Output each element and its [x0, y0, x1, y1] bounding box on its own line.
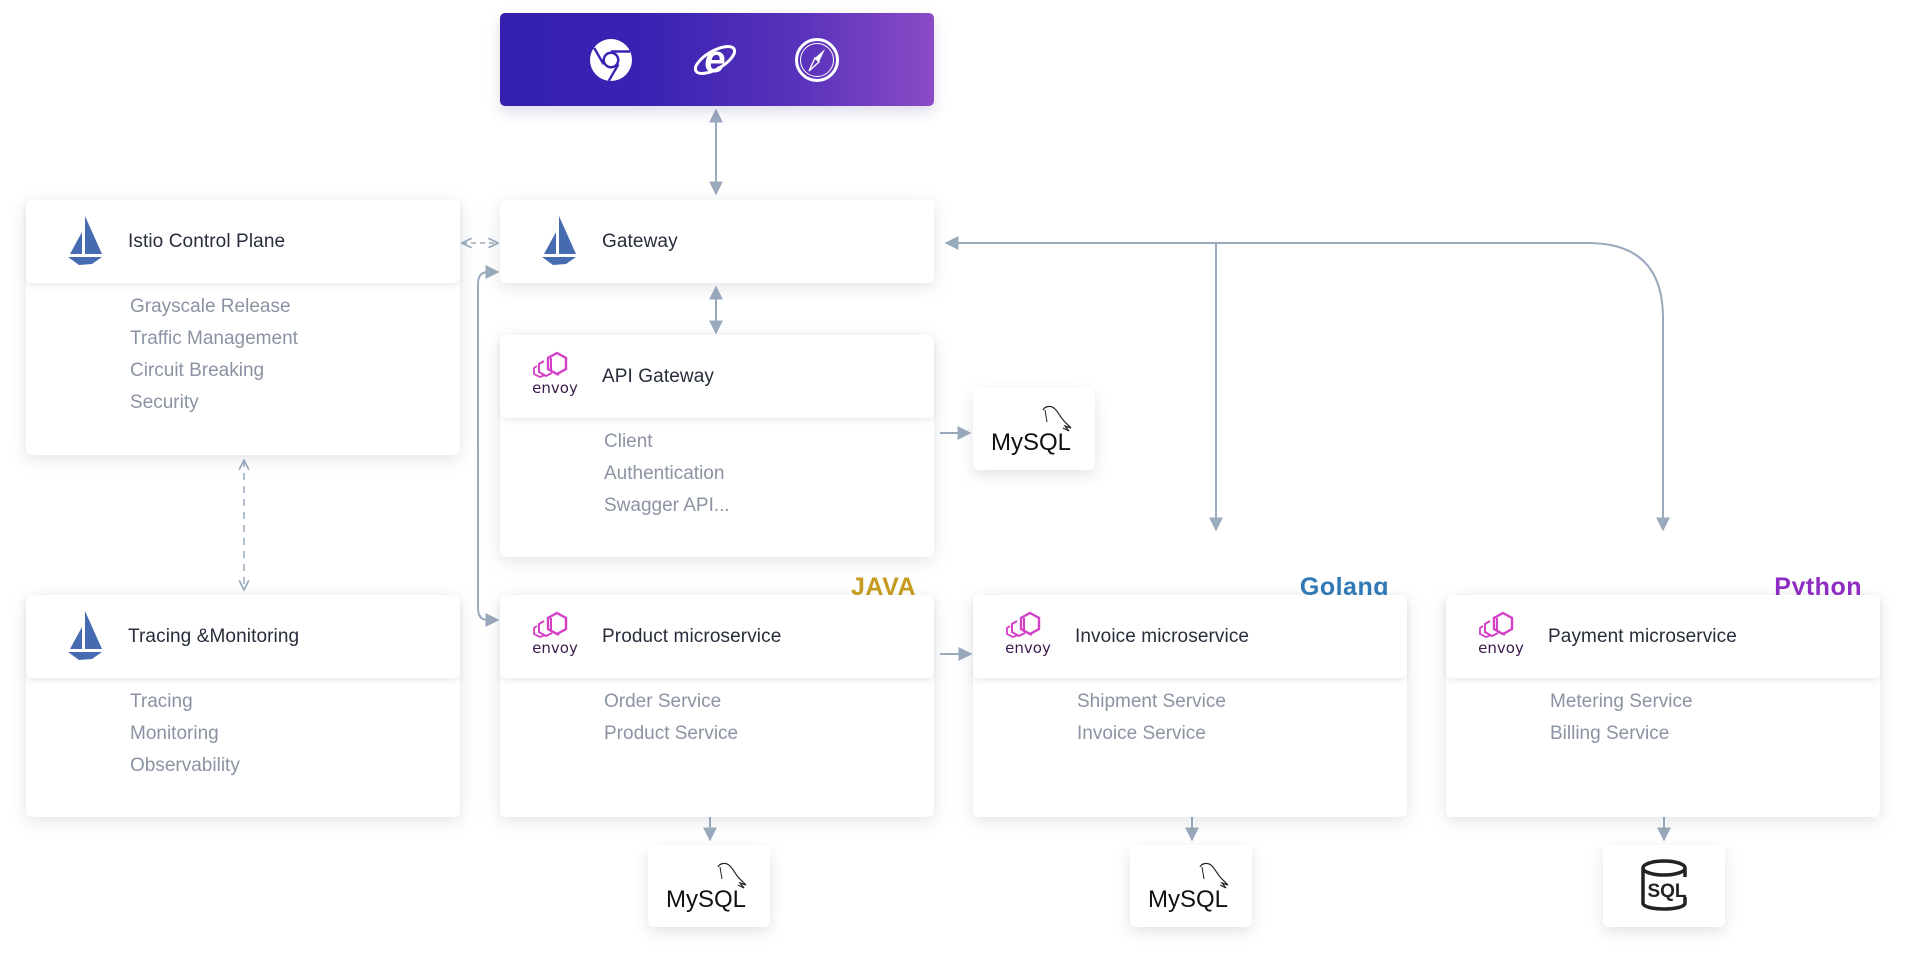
- svg-text:MySQL: MySQL: [1148, 886, 1228, 913]
- card-header: Tracing &Monitoring: [26, 595, 460, 678]
- safari-icon: [794, 37, 840, 83]
- card-title: Invoice microservice: [1075, 626, 1250, 647]
- card-items: Shipment Service Invoice Service: [973, 678, 1407, 750]
- api-gateway-card[interactable]: envoy API Gateway Client Authentication …: [500, 335, 934, 557]
- chrome-icon: [588, 37, 634, 83]
- svg-text:envoy: envoy: [1005, 639, 1051, 657]
- istio-icon: [52, 212, 110, 270]
- card-item: Swagger API...: [604, 495, 730, 516]
- card-item: Client: [604, 431, 653, 452]
- card-item: Grayscale Release: [130, 296, 291, 317]
- card-item: Product Service: [604, 723, 739, 744]
- payment-sql-box[interactable]: SQL: [1603, 845, 1725, 927]
- card-header: envoy Payment microservice: [1446, 595, 1880, 678]
- svg-text:MySQL: MySQL: [666, 886, 746, 913]
- card-header: envoy API Gateway: [500, 335, 934, 418]
- api-gateway-mysql-box[interactable]: MySQL: [973, 388, 1095, 470]
- card-item: Order Service: [604, 691, 722, 712]
- envoy-icon: envoy: [1472, 607, 1530, 665]
- card-item: Shipment Service: [1077, 691, 1226, 712]
- payment-microservice-card[interactable]: Python envoy Payment microservice Meteri…: [1446, 573, 1880, 817]
- card-title: Payment microservice: [1548, 626, 1737, 647]
- connector-bus-payment: [1587, 242, 1670, 532]
- tracing-monitoring-card[interactable]: Tracing &Monitoring Tracing Monitoring O…: [26, 595, 460, 817]
- card-item: Tracing: [130, 691, 193, 712]
- card-header: envoy Invoice microservice: [973, 595, 1407, 678]
- card-item: Invoice Service: [1077, 723, 1206, 744]
- connectors-layer: [0, 108, 1671, 842]
- svg-text:e: e: [704, 39, 725, 81]
- invoice-microservice-card[interactable]: Golang envoy Invoice microservice Shipme…: [973, 573, 1407, 817]
- gateway-card[interactable]: Gateway: [500, 200, 934, 283]
- product-microservice-card[interactable]: JAVA envoy Product microservice Order Se…: [500, 573, 934, 817]
- card-header: Gateway: [500, 200, 934, 283]
- card-item: Circuit Breaking: [130, 360, 265, 381]
- internet-explorer-icon: e: [692, 37, 738, 83]
- svg-text:envoy: envoy: [1478, 639, 1524, 657]
- card-items: Metering Service Billing Service: [1446, 678, 1880, 750]
- mysql-icon: MySQL: [666, 862, 747, 913]
- card-header: Istio Control Plane: [26, 200, 460, 283]
- card-item: Traffic Management: [130, 328, 298, 349]
- istio-icon: [526, 212, 584, 270]
- card-item: Monitoring: [130, 723, 219, 744]
- istio-icon: [52, 607, 110, 665]
- invoice-mysql-box[interactable]: MySQL: [1130, 845, 1252, 927]
- browser-clients-bar: e: [500, 13, 934, 106]
- card-title: Tracing &Monitoring: [128, 626, 300, 647]
- svg-text:MySQL: MySQL: [991, 429, 1071, 456]
- svg-text:SQL: SQL: [1647, 881, 1686, 902]
- card-items: Order Service Product Service: [500, 678, 934, 750]
- card-title: Istio Control Plane: [128, 231, 286, 252]
- istio-control-plane-card[interactable]: Istio Control Plane Grayscale Release Tr…: [26, 200, 460, 455]
- mysql-icon: MySQL: [1148, 862, 1229, 913]
- product-mysql-box[interactable]: MySQL: [648, 845, 770, 927]
- card-item: Billing Service: [1550, 723, 1670, 744]
- sql-database-icon: SQL: [1641, 859, 1687, 911]
- connector-gateway-product: [477, 265, 500, 627]
- envoy-icon: envoy: [526, 607, 584, 665]
- card-header: envoy Product microservice: [500, 595, 934, 678]
- card-item: Authentication: [604, 463, 725, 484]
- card-item: Security: [130, 392, 199, 413]
- mysql-icon: MySQL: [991, 405, 1072, 456]
- svg-text:envoy: envoy: [532, 639, 578, 657]
- card-title: API Gateway: [602, 366, 714, 387]
- card-title: Product microservice: [602, 626, 782, 647]
- card-title: Gateway: [602, 231, 678, 252]
- svg-text:envoy: envoy: [532, 379, 578, 397]
- card-items: Tracing Monitoring Observability: [26, 678, 460, 782]
- card-item: Observability: [130, 755, 240, 776]
- envoy-icon: envoy: [999, 607, 1057, 665]
- card-item: Metering Service: [1550, 691, 1693, 712]
- card-items: Grayscale Release Traffic Management Cir…: [26, 283, 460, 419]
- card-items: Client Authentication Swagger API...: [500, 418, 934, 522]
- envoy-icon: envoy: [526, 347, 584, 405]
